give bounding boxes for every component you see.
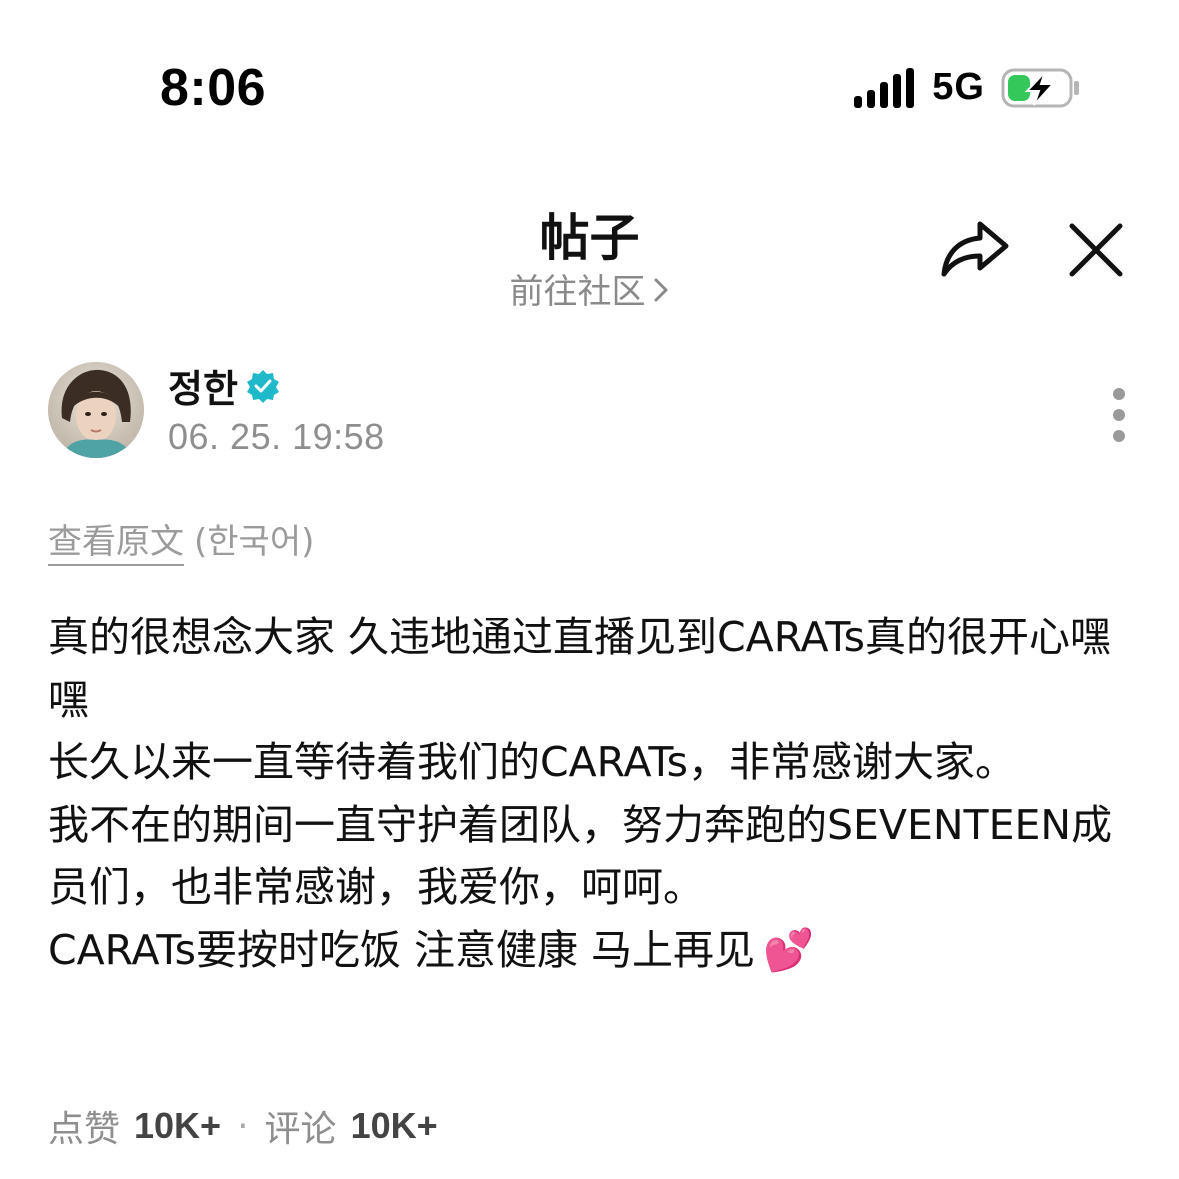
status-time: 8:06 bbox=[160, 59, 267, 117]
comments-label[interactable]: 评论 bbox=[265, 1100, 337, 1152]
post-line: 长久以来一直等待着我们的CARATs，非常感谢大家。 bbox=[48, 738, 1016, 786]
chevron-right-icon bbox=[652, 274, 670, 314]
stats-separator: · bbox=[237, 1105, 249, 1147]
signal-strength-icon bbox=[854, 67, 915, 108]
view-original-row: 查看原文 (한국어) bbox=[48, 514, 315, 566]
comments-count: 10K+ bbox=[350, 1105, 438, 1146]
post-line: 我不在的期间一直守护着团队，努力奔跑的SEVENTEEN成员们，也非常感谢，我爱… bbox=[48, 800, 1113, 912]
more-options-button[interactable] bbox=[1104, 388, 1134, 448]
likes-count: 10K+ bbox=[134, 1105, 222, 1146]
close-button[interactable] bbox=[1066, 220, 1126, 280]
author-name: 정한 bbox=[168, 367, 238, 411]
share-button[interactable] bbox=[940, 218, 1010, 280]
view-original-link[interactable]: 查看原文 bbox=[48, 522, 184, 566]
battery-charging-icon bbox=[1001, 67, 1081, 109]
share-arrow-icon bbox=[941, 221, 1009, 277]
two-hearts-emoji: 💕 bbox=[763, 925, 815, 974]
community-link-label: 前往社区 bbox=[509, 272, 646, 312]
network-type: 5G bbox=[932, 66, 985, 108]
post-content: 真的很想念大家 久违地通过直播见到CARATs真的很开心嘿嘿 长久以来一直等待着… bbox=[48, 606, 1128, 981]
post-line: 真的很想念大家 久违地通过直播见到CARATs真的很开心嘿嘿 bbox=[48, 613, 1112, 724]
post-line: CARATs要按时吃饭 注意健康 马上再见 bbox=[48, 925, 756, 974]
post-line-last: CARATs要按时吃饭 注意健康 马上再见 💕 bbox=[48, 919, 1128, 982]
close-icon bbox=[1069, 223, 1123, 277]
author-name-row[interactable]: 정한 bbox=[168, 358, 280, 413]
likes-label[interactable]: 点赞 bbox=[48, 1100, 120, 1152]
original-language: (한국어) bbox=[194, 522, 315, 562]
post-stats: 点赞 10K+ · 评论 10K+ bbox=[48, 1100, 438, 1152]
status-indicators: 5G bbox=[854, 66, 1081, 109]
post-screen: 8:06 5G 帖子 前往社区 정한 06. 25. 19:58 查看原文 (한… bbox=[0, 0, 1179, 1179]
verified-badge-icon bbox=[246, 369, 279, 403]
more-vertical-icon bbox=[1113, 388, 1125, 400]
post-timestamp: 06. 25. 19:58 bbox=[168, 416, 385, 457]
author-avatar[interactable] bbox=[48, 362, 144, 458]
